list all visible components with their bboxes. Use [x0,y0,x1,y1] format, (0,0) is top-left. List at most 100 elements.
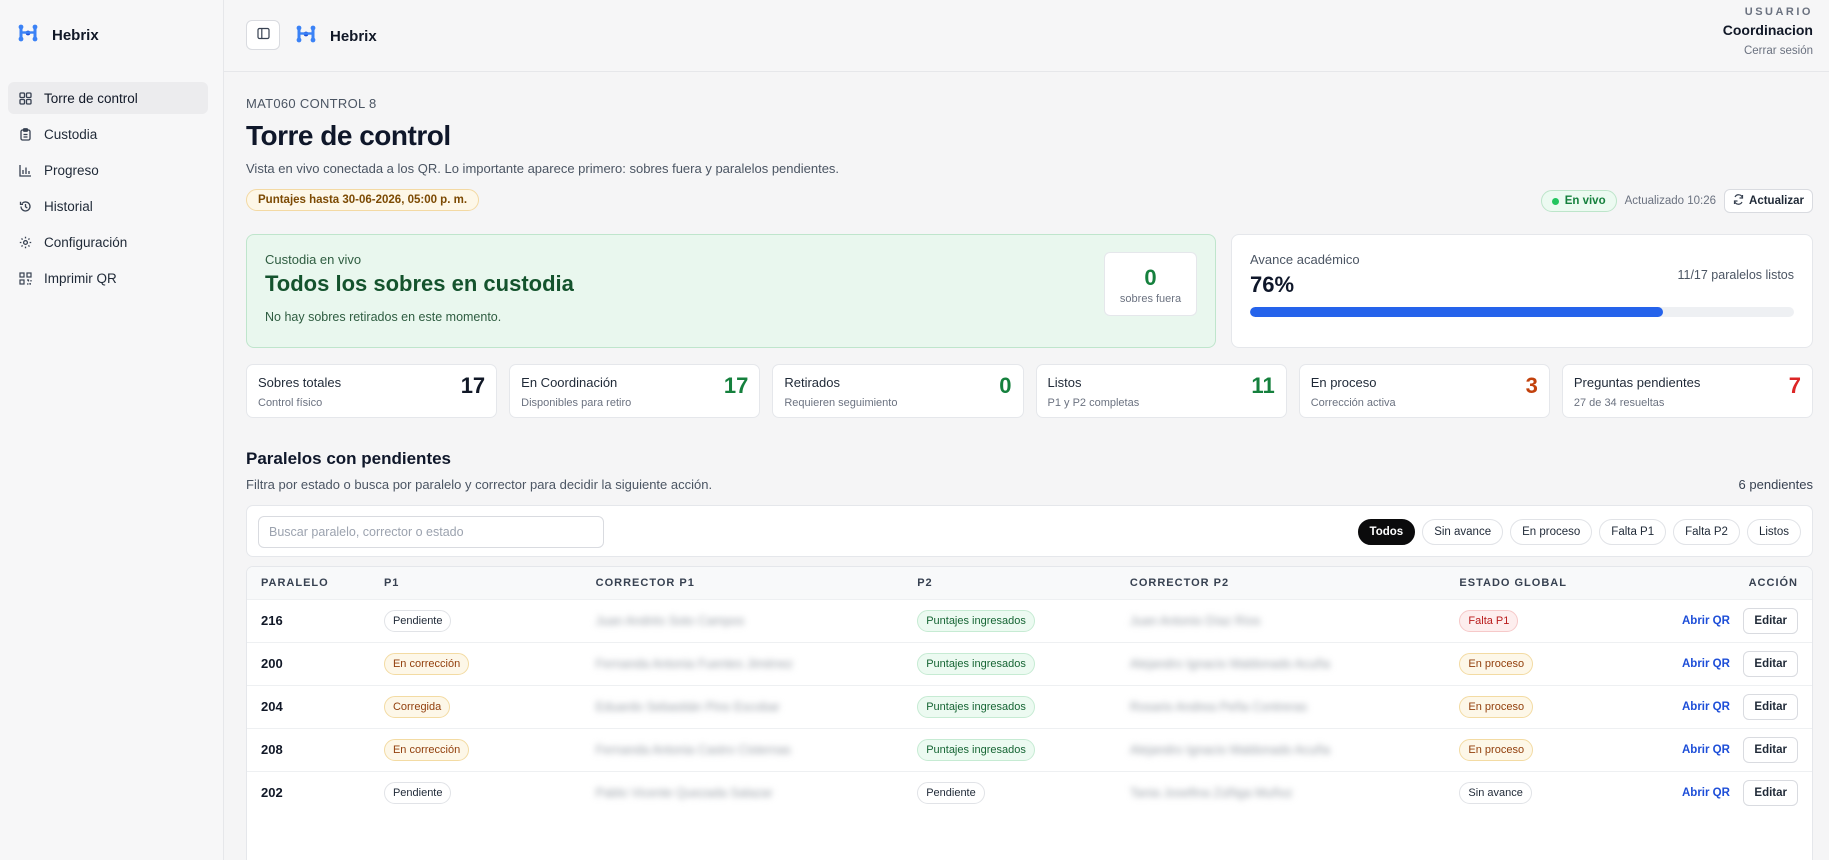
envelopes-out-label: sobres fuera [1119,293,1182,305]
sidebar-item-historial[interactable]: Historial [8,190,208,222]
stat-value: 11 [1251,373,1275,398]
p1-status-pill: Corregida [383,695,451,718]
column-header[interactable]: P1 [369,567,582,599]
custody-subtitle: No hay sobres retirados en este momento. [265,310,502,324]
estado-global-pill: Sin avance [1459,781,1532,804]
p2-status-pill: Pendiente [917,781,985,804]
brand-name: Hebrix [52,27,99,44]
p1-cell: Corregida [369,684,582,728]
paralelo-cell: 204 [247,684,370,728]
p2-cell: Puntajes ingresados [903,727,1116,771]
sidebar-item-torre-de-control[interactable]: Torre de control [8,82,208,114]
p2-cell: Puntajes ingresados [903,684,1116,728]
live-label: En vivo [1564,195,1606,207]
open-qr-link[interactable]: Abrir QR [1682,658,1730,670]
gear-icon [18,235,32,249]
filter-chip-todos[interactable]: Todos [1357,519,1416,545]
action-cell: Abrir QR Editar [1655,770,1812,814]
top-brand[interactable]: Hebrix [296,25,377,48]
column-header[interactable]: CORRECTOR P2 [1115,567,1446,599]
open-qr-link[interactable]: Abrir QR [1682,615,1730,627]
corrector-p1-name: Eduardo Sebastián Pino Escobar [595,699,780,714]
corrector-p2-cell: Alejandro Ignacio Maldonado Acuña [1115,641,1446,685]
table-row[interactable]: 202 Pendiente Pablo Vicente Quezada Sala… [247,770,1812,814]
grid-icon [18,91,32,105]
filter-chip-listos[interactable]: Listos [1746,519,1801,545]
table-row[interactable]: 200 En corrección Fernanda Antonia Fuent… [247,641,1812,685]
corrector-p1-name: Fernanda Antonia Castro Cisternas [595,742,791,757]
column-header[interactable]: ESTADO GLOBAL [1445,567,1656,599]
edit-button[interactable]: Editar [1743,607,1798,634]
filter-chip-sin-avance[interactable]: Sin avance [1422,519,1504,545]
sidebar-item-imprimir-qr[interactable]: Imprimir QR [8,262,208,294]
stat-sub: Control físico [258,397,323,409]
p1-cell: En corrección [369,641,582,685]
progress-percent: 76% [1250,272,1295,297]
edit-button[interactable]: Editar [1743,779,1798,806]
qr-icon [18,271,32,285]
p2-status-pill: Puntajes ingresados [917,609,1035,632]
deadline-badge: Puntajes hasta 30-06-2026, 05:00 p. m. [246,189,480,211]
user-block: USUARIO Coordinacion Cerrar sesión [1723,6,1813,57]
search-input[interactable] [258,516,604,548]
stat-label: Sobres totales [258,375,342,390]
open-qr-link[interactable]: Abrir QR [1682,744,1730,756]
updated-time: Actualizado 10:26 [1624,195,1717,207]
stat-sub: 27 de 34 resueltas [1573,397,1665,409]
filter-chip-falta-p1[interactable]: Falta P1 [1599,519,1667,545]
action-cell: Abrir QR Editar [1655,641,1812,685]
history-icon [18,199,32,213]
estado-global-pill: Falta P1 [1459,609,1519,632]
sidebar-toggle-button[interactable] [246,20,280,50]
paralelo-cell: 216 [247,598,370,642]
sidebar-item-progreso[interactable]: Progreso [8,154,208,186]
stat-label: Preguntas pendientes [1573,375,1701,390]
edit-button[interactable]: Editar [1743,693,1798,720]
progress-ready: 11/17 paralelos listos [1677,268,1794,282]
estado-global-pill: En proceso [1459,695,1534,718]
sidebar: Hebrix Torre de control Custodia Progres… [0,0,224,860]
p2-status-pill: Puntajes ingresados [917,738,1035,761]
pending-table: PARALELO P1 CORRECTOR P1 P2 CORRECTOR P2… [247,567,1812,814]
table-row[interactable]: 216 Pendiente Juan Andrés Soto Campos Pu… [247,598,1812,642]
column-header[interactable]: PARALELO [247,567,370,599]
sidebar-item-label: Custodia [44,126,98,142]
column-header[interactable]: P2 [903,567,1116,599]
custody-label: Custodia en vivo [265,252,362,267]
stat-value: 17 [460,373,486,398]
refresh-button[interactable]: Actualizar [1724,189,1813,213]
sidebar-item-label: Progreso [44,162,99,178]
corrector-p1-cell: Fernanda Antonia Fuentes Jiménez [581,641,904,685]
academic-progress-card: Avance académico 76% 11/17 paralelos lis… [1231,234,1813,348]
pending-count: 6 pendientes [1738,477,1813,492]
column-header[interactable]: CORRECTOR P1 [581,567,904,599]
filter-chip-en-proceso[interactable]: En proceso [1510,519,1593,545]
stat-sub: Requieren seguimiento [784,397,898,409]
edit-button[interactable]: Editar [1743,650,1798,677]
stat-card-en-coordinacion: En Coordinación Disponibles para retiro … [509,364,761,418]
corrector-p2-cell: Rosario Andrea Peña Contreras [1115,684,1446,728]
corrector-p2-name: Rosario Andrea Peña Contreras [1129,699,1308,714]
stat-card-sobres-totales: Sobres totales Control físico 17 [246,364,498,418]
open-qr-link[interactable]: Abrir QR [1682,787,1730,799]
p1-cell: Pendiente [369,598,582,642]
edit-button[interactable]: Editar [1743,736,1798,763]
sidebar-item-custodia[interactable]: Custodia [8,118,208,150]
brand[interactable]: Hebrix [18,24,99,47]
filter-chip-falta-p2[interactable]: Falta P2 [1673,519,1740,545]
open-qr-link[interactable]: Abrir QR [1682,701,1730,713]
stat-card-listos: Listos P1 y P2 completas 11 [1035,364,1287,418]
brand-name: Hebrix [330,28,377,45]
corrector-p1-cell: Fernanda Antonia Castro Cisternas [581,727,904,771]
stat-sub: Corrección activa [1310,397,1396,409]
p2-cell: Puntajes ingresados [903,641,1116,685]
estado-global-pill: En proceso [1459,652,1534,675]
page-description: Vista en vivo conectada a los QR. Lo imp… [246,161,840,176]
sidebar-item-configuracion[interactable]: Configuración [8,226,208,258]
logout-link[interactable]: Cerrar sesión [1723,45,1813,57]
stat-sub: Disponibles para retiro [521,397,632,409]
table-row[interactable]: 208 En corrección Fernanda Antonia Castr… [247,727,1812,771]
table-row[interactable]: 204 Corregida Eduardo Sebastián Pino Esc… [247,684,1812,728]
stat-card-en-proceso: En proceso Corrección activa 3 [1298,364,1550,418]
corrector-p2-cell: Tania Josefina Zúñiga Muñoz [1115,770,1446,814]
